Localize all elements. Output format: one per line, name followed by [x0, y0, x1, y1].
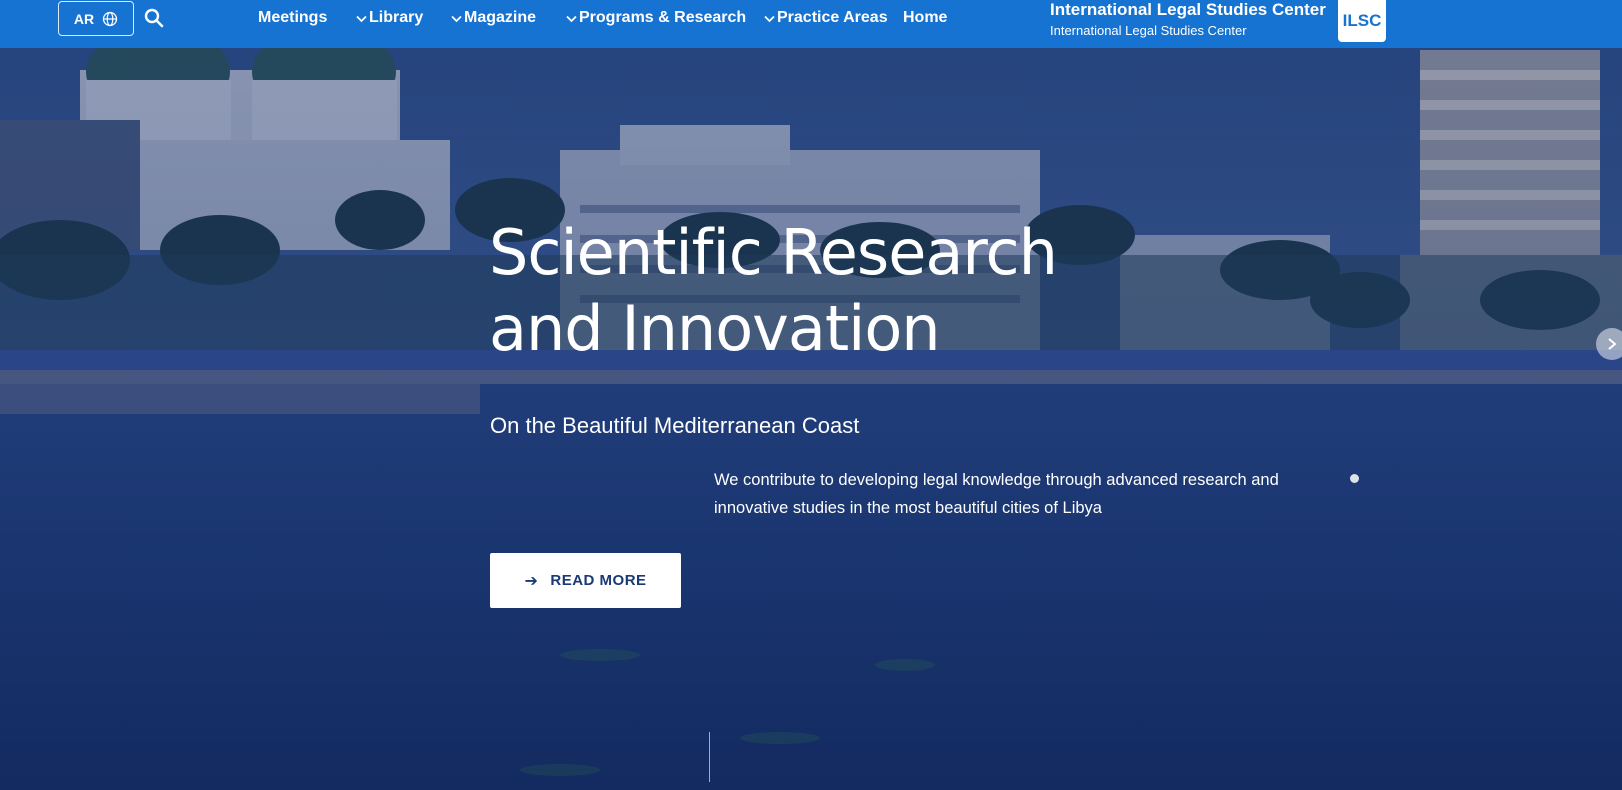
scroll-indicator: [709, 732, 710, 782]
nav-item-meetings[interactable]: Meetings: [258, 9, 327, 27]
read-more-button[interactable]: ➔ READ MORE: [490, 553, 681, 608]
hero-title: Scientific Research and Innovation: [489, 216, 1058, 365]
slide-dot-indicator[interactable]: [1350, 474, 1359, 483]
chevron-down-icon: [764, 15, 775, 23]
nav-item-magazine[interactable]: Magazine: [451, 9, 536, 27]
search-icon[interactable]: [144, 8, 164, 28]
top-navigation-bar: AR Meetings Library Magazine Programs & …: [0, 0, 1622, 48]
globe-icon: [102, 11, 118, 26]
brand-title: International Legal Studies Center: [1050, 0, 1326, 19]
arrow-right-icon: ➔: [524, 572, 539, 590]
slider-next-button[interactable]: [1596, 328, 1622, 360]
chevron-down-icon: [356, 15, 367, 23]
nav-item-label: Magazine: [464, 9, 537, 26]
language-label: AR: [73, 10, 95, 27]
hero-background: [0, 0, 1622, 790]
chevron-right-icon: [1608, 338, 1617, 350]
nav-item-label: Programs & Research: [579, 9, 747, 26]
read-more-label: READ MORE: [550, 572, 647, 589]
nav-item-practice-areas[interactable]: Practice Areas: [764, 9, 888, 27]
brand-subtitle: International Legal Studies Center: [1050, 23, 1247, 38]
logo[interactable]: ILSC: [1338, 0, 1386, 42]
chevron-down-icon: [451, 15, 462, 23]
nav-item-label: Meetings: [258, 9, 328, 26]
brand[interactable]: International Legal Studies Center Inter…: [1050, 0, 1326, 39]
nav-item-home[interactable]: Home: [903, 9, 947, 27]
hero-description: We contribute to developing legal knowle…: [714, 471, 1279, 517]
nav-item-library[interactable]: Library: [356, 9, 423, 27]
nav-item-label: Library: [369, 9, 424, 26]
hero-subtitle: On the Beautiful Mediterranean Coast: [490, 413, 860, 438]
hero-overlay: [0, 0, 1622, 790]
chevron-down-icon: [566, 15, 577, 23]
language-switch-button[interactable]: AR: [58, 1, 134, 36]
nav-item-programs-research[interactable]: Programs & Research: [566, 9, 746, 27]
nav-item-label: Home: [903, 9, 948, 26]
nav-item-label: Practice Areas: [777, 9, 888, 26]
